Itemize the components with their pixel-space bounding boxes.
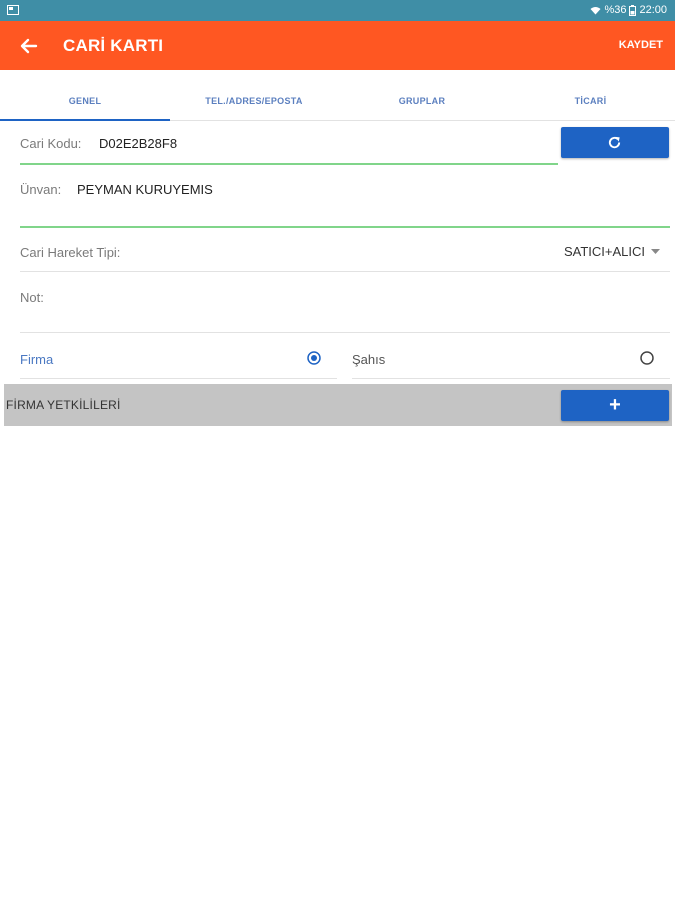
back-arrow-icon[interactable] xyxy=(16,33,42,59)
dropdown-arrow-icon xyxy=(651,248,660,254)
firma-yetkilileri-title: FİRMA YETKİLİLERİ xyxy=(6,398,121,412)
cari-kodu-field[interactable]: Cari Kodu: D02E2B28F8 xyxy=(20,127,558,165)
battery-icon xyxy=(629,4,637,16)
battery-percent: %36 xyxy=(604,4,627,16)
screenshot-icon xyxy=(7,5,19,15)
cari-kodu-value[interactable]: D02E2B28F8 xyxy=(99,136,177,151)
tab-gruplar[interactable]: GRUPLAR xyxy=(338,82,506,120)
tab-tel-adres-eposta[interactable]: TEL./ADRES/EPOSTA xyxy=(170,82,338,120)
clock: 22:00 xyxy=(639,4,667,16)
status-indicators: %36 22:00 xyxy=(590,4,667,16)
cari-hareket-tipi-value: SATICI+ALICI xyxy=(563,244,645,259)
refresh-code-button[interactable] xyxy=(561,127,669,158)
unvan-field[interactable]: Ünvan: PEYMAN KURUYEMIS xyxy=(20,170,670,228)
radio-checked-icon[interactable] xyxy=(307,351,321,365)
refresh-icon xyxy=(608,136,621,149)
cari-hareket-tipi-select[interactable]: SATICI+ALICI xyxy=(564,244,660,259)
tab-ticari[interactable]: TİCARİ xyxy=(506,82,675,120)
unvan-value[interactable]: PEYMAN KURUYEMIS xyxy=(77,182,213,197)
unvan-label: Ünvan: xyxy=(20,182,62,197)
radio-sahis-label: Şahıs xyxy=(352,352,386,367)
app-bar: CARİ KARTI KAYDET xyxy=(0,21,675,70)
tab-genel[interactable]: GENEL xyxy=(0,82,170,121)
tab-bar: GENEL TEL./ADRES/EPOSTA GRUPLAR TİCARİ xyxy=(0,82,675,121)
status-bar: %36 22:00 xyxy=(0,0,675,21)
add-yetkili-button[interactable]: + xyxy=(561,390,669,421)
cari-hareket-tipi-row: Cari Hareket Tipi: SATICI+ALICI xyxy=(20,236,670,272)
cari-kodu-label: Cari Kodu: xyxy=(20,136,82,151)
save-button[interactable]: KAYDET xyxy=(619,39,663,51)
page-title: CARİ KARTI xyxy=(63,36,164,55)
radio-unchecked-icon[interactable] xyxy=(640,351,654,365)
radio-firma[interactable]: Firma xyxy=(20,340,337,379)
not-label: Not: xyxy=(20,290,44,305)
not-field[interactable]: Not: xyxy=(20,282,670,333)
cari-hareket-tipi-label: Cari Hareket Tipi: xyxy=(20,245,121,260)
radio-sahis[interactable]: Şahıs xyxy=(352,340,670,379)
wifi-icon xyxy=(590,6,601,14)
radio-firma-label: Firma xyxy=(20,352,54,367)
